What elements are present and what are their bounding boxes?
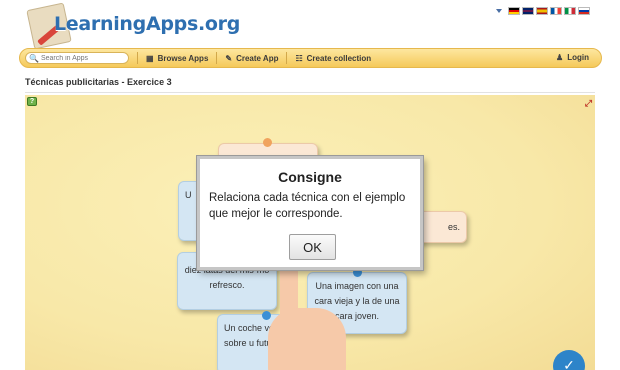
- nav-divider: [137, 52, 138, 64]
- pencil-icon: ✎: [225, 53, 233, 63]
- ru-flag[interactable]: [578, 7, 590, 15]
- dialog-text: Relaciona cada técnica con el ejemplo qu…: [209, 192, 406, 220]
- fullscreen-icon[interactable]: ⤢: [585, 98, 592, 109]
- search-icon: 🔍: [29, 53, 39, 63]
- create-collection-link[interactable]: ☷ Create collection: [295, 54, 371, 63]
- match-card-text: es.: [447, 222, 460, 232]
- page-title: Técnicas publicitarias - Exercice 3: [25, 77, 172, 87]
- user-icon: ♟: [556, 53, 564, 62]
- login-label: Login: [567, 53, 589, 62]
- de-flag[interactable]: [508, 7, 520, 15]
- dialog-title: Consigne: [278, 169, 342, 185]
- match-card-text: Un coche vo sobre u futur: [224, 323, 275, 348]
- search-input[interactable]: [40, 53, 132, 63]
- instruction-dialog: Consigne Relaciona cada técnica con el e…: [197, 156, 423, 270]
- page: LearningApps.org 🔍 ▦ Browse Apps ✎ Creat…: [0, 0, 620, 370]
- nav-divider: [286, 52, 288, 64]
- help-icon[interactable]: ?: [27, 97, 37, 106]
- title-divider: [25, 92, 595, 93]
- collection-icon: ☷: [295, 53, 303, 63]
- create-collection-label: Create collection: [306, 53, 372, 63]
- chevron-down-icon[interactable]: [496, 9, 502, 13]
- create-app-link[interactable]: ✎ Create App: [225, 54, 278, 63]
- browse-apps-link[interactable]: ▦ Browse Apps: [146, 54, 208, 63]
- it-flag[interactable]: [564, 7, 576, 15]
- match-card-text: U: [185, 190, 192, 200]
- main-navbar: 🔍 ▦ Browse Apps ✎ Create App ☷ Create co…: [19, 48, 602, 68]
- check-answers-button[interactable]: ✓: [553, 350, 585, 370]
- language-selector: [496, 7, 590, 15]
- hand-palm: [268, 308, 346, 370]
- logo-text: LearningApps.org: [54, 13, 241, 35]
- ok-button[interactable]: OK: [289, 234, 336, 260]
- create-app-label: Create App: [236, 53, 279, 63]
- pointing-hand-icon: [268, 263, 348, 370]
- login-link[interactable]: ♟ Login: [556, 53, 589, 62]
- search-box[interactable]: 🔍: [25, 52, 132, 64]
- es-flag[interactable]: [536, 7, 548, 15]
- nav-divider: [216, 52, 218, 64]
- card-connector-dot[interactable]: [263, 138, 272, 147]
- fr-flag[interactable]: [550, 7, 562, 15]
- grid-icon: ▦: [146, 53, 154, 63]
- browse-apps-label: Browse Apps: [157, 53, 209, 63]
- en-flag[interactable]: [522, 7, 534, 15]
- learningapps-logo[interactable]: LearningApps.org: [22, 2, 240, 52]
